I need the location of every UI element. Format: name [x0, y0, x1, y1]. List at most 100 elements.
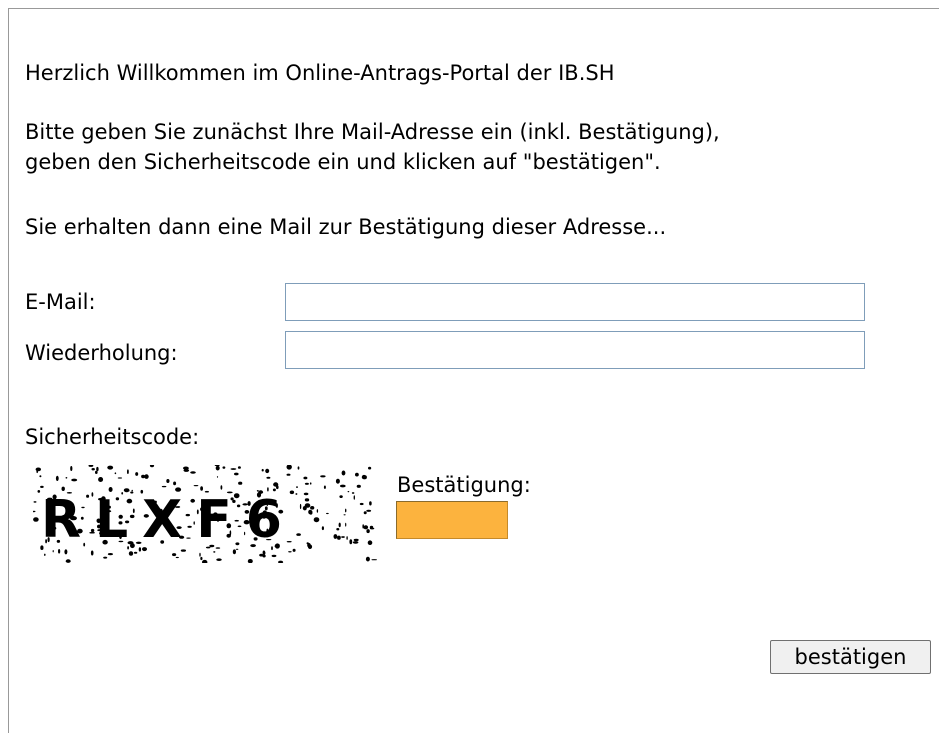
captcha-noise-dot: [359, 502, 364, 506]
captcha-noise-dot: [37, 490, 41, 493]
captcha-noise-dot: [345, 508, 347, 513]
captcha-noise-dot: [278, 560, 284, 563]
captcha-image: RLXF6: [33, 465, 378, 563]
captcha-noise-dot: [213, 551, 216, 553]
captcha-noise-dot: [133, 551, 138, 554]
captcha-noise-dot: [371, 559, 378, 561]
captcha-noise-dot: [193, 485, 199, 487]
captcha-noise-dot: [183, 466, 189, 470]
captcha-noise-dot: [265, 468, 270, 474]
info-text: Sie erhalten dann eine Mail zur Bestätig…: [25, 215, 667, 239]
captcha-noise-dot: [128, 551, 134, 556]
email-label: E-Mail:: [25, 290, 96, 314]
captcha-noise-dot: [361, 474, 367, 480]
captcha-noise-dot: [259, 553, 264, 557]
captcha-noise-dot: [339, 495, 343, 498]
captcha-noise-dot: [33, 510, 36, 513]
captcha-noise-dot: [215, 465, 220, 471]
captcha-noise-dot: [326, 512, 329, 515]
captcha-noise-dot: [323, 485, 326, 489]
captcha-noise-dot: [310, 506, 315, 510]
captcha-noise-dot: [351, 492, 355, 494]
captcha-noise-dot: [352, 541, 359, 544]
captcha-text: RLXF6: [41, 490, 296, 550]
instructions-line-2: geben den Sicherheitscode ein und klicke…: [25, 150, 661, 174]
captcha-noise-dot: [303, 476, 308, 480]
captcha-noise-dot: [276, 485, 279, 490]
captcha-noise-dot: [200, 556, 203, 561]
captcha-noise-dot: [353, 495, 355, 500]
captcha-noise-dot: [65, 559, 71, 563]
captcha-noise-dot: [321, 526, 324, 531]
captcha-noise-dot: [214, 465, 220, 467]
captcha-noise-dot: [346, 536, 348, 540]
captcha-noise-dot: [349, 539, 353, 545]
captcha-noise-dot: [299, 503, 302, 510]
captcha-noise-dot: [149, 465, 155, 468]
captcha-noise-dot: [368, 466, 372, 470]
captcha-noise-dot: [303, 492, 309, 496]
captcha-noise-dot: [65, 477, 68, 479]
captcha-noise-dot: [33, 501, 37, 503]
captcha-noise-dot: [222, 466, 226, 469]
security-code-input[interactable]: [396, 501, 508, 539]
captcha-noise-dot: [366, 529, 370, 534]
captcha-noise-dot: [237, 466, 241, 469]
captcha-noise-dot: [88, 465, 94, 467]
captcha-noise-dot: [339, 484, 346, 488]
captcha-noise-dot: [173, 481, 177, 486]
captcha-noise-dot: [35, 467, 41, 472]
captcha-noise-dot: [365, 556, 370, 562]
captcha-noise-dot: [44, 553, 46, 556]
captcha-noise-dot: [70, 466, 73, 471]
captcha-noise-dot: [216, 476, 219, 478]
captcha-noise-dot: [369, 501, 372, 506]
captcha-noise-dot: [55, 475, 59, 481]
captcha-noise-dot: [266, 476, 271, 479]
captcha-noise-dot: [33, 517, 39, 522]
captcha-noise-dot: [175, 556, 179, 559]
captcha-noise-dot: [296, 533, 301, 536]
captcha-noise-dot: [297, 466, 300, 470]
captcha-noise-dot: [338, 522, 341, 528]
captcha-noise-dot: [286, 473, 291, 476]
captcha-noise-dot: [309, 482, 312, 485]
captcha-noise-dot: [320, 475, 326, 478]
confirmation-label: Bestätigung:: [397, 473, 531, 497]
captcha-noise-dot: [355, 472, 359, 477]
captcha-noise-dot: [238, 481, 243, 485]
captcha-noise-dot: [309, 510, 313, 515]
email-field[interactable]: [285, 283, 865, 321]
captcha-noise-dot: [366, 509, 372, 512]
captcha-noise-dot: [333, 534, 338, 539]
captcha-noise-dot: [296, 486, 298, 488]
captcha-noise-dot: [369, 525, 374, 529]
captcha-noise-dot: [40, 485, 44, 488]
captcha-noise-dot: [271, 554, 277, 558]
captcha-noise-dot: [232, 549, 236, 555]
instructions-text: Bitte geben Sie zunächst Ihre Mail-Adres…: [25, 117, 720, 177]
captcha-noise-dot: [230, 468, 237, 470]
captcha-noise-dot: [307, 544, 313, 549]
email-repeat-field[interactable]: [285, 331, 865, 369]
confirm-button[interactable]: bestätigen: [770, 640, 931, 674]
captcha-noise-dot: [98, 477, 104, 482]
captcha-noise-dot: [107, 465, 114, 470]
captcha-noise-dot: [341, 470, 346, 476]
captcha-noise-dot: [52, 550, 54, 553]
captcha-noise-dot: [107, 553, 113, 556]
captcha-noise-dot: [337, 535, 341, 540]
captcha-noise-dot: [356, 484, 361, 488]
captcha-noise-dot: [286, 465, 292, 470]
captcha-noise-dot: [316, 509, 319, 513]
captcha-noise-dot: [313, 517, 320, 523]
captcha-noise-dot: [71, 478, 78, 482]
captcha-noise-dot: [304, 482, 309, 485]
captcha-noise-dot: [261, 468, 264, 472]
email-repeat-label: Wiederholung:: [25, 341, 178, 365]
captcha-noise-dot: [363, 511, 367, 515]
captcha-noise-dot: [362, 524, 365, 529]
captcha-noise-dot: [335, 478, 340, 484]
captcha-noise-dot: [96, 466, 99, 472]
captcha-noise-dot: [367, 540, 373, 545]
